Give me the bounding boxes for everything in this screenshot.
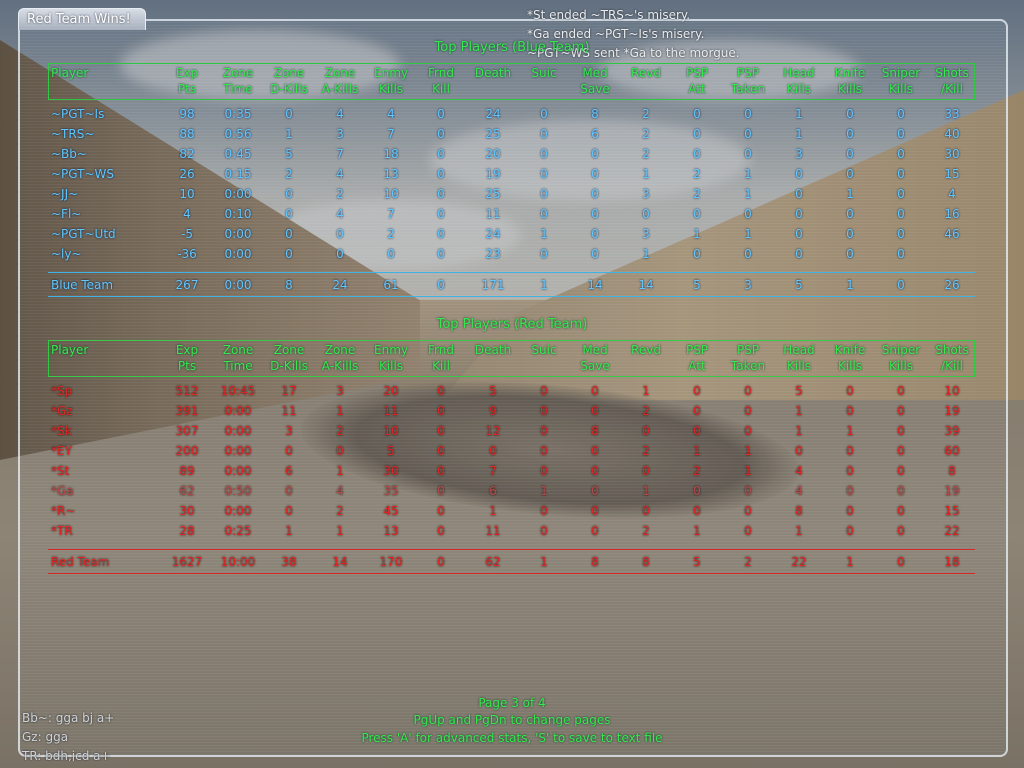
team-total-label: Blue Team — [51, 278, 114, 292]
total-friendly-kill: 0 — [437, 555, 445, 569]
column-header-line2: Save — [580, 82, 610, 96]
stat-shots-per-kill: 33 — [944, 107, 960, 121]
page-nav-hint: PgUp and PgDn to change pages — [413, 713, 611, 727]
stat-shots-per-kill: 8 — [948, 464, 956, 478]
red-team-title: Top Players (Red Team) — [436, 317, 588, 332]
column-header-friendly-kill: Frnd Kill — [411, 65, 471, 97]
column-header-line1: Player — [51, 343, 89, 357]
column-header-line2: /Kill — [941, 359, 963, 373]
stat-friendly-kill: 0 — [437, 207, 445, 221]
player-name: ~PGT~Is — [51, 107, 105, 121]
team-total-separator-top — [48, 549, 975, 550]
stat-shots-per-kill: 19 — [944, 404, 960, 418]
column-header-line2: /Kill — [941, 82, 963, 96]
player-name: ~Fl~ — [51, 207, 82, 221]
player-name: *EY — [51, 444, 72, 458]
player-name: *Sk — [51, 424, 72, 438]
team-total-separator-bottom — [48, 296, 975, 297]
player-name: ~JJ~ — [51, 187, 79, 201]
stat-shots-per-kill: 46 — [944, 227, 960, 241]
window-title-tab: Red Team Wins! — [18, 8, 146, 30]
column-header-line1: Player — [51, 66, 89, 80]
team-total-separator-top — [48, 272, 975, 273]
column-header-line2: Kill — [432, 82, 450, 96]
player-name: ~PGT~Utd — [51, 227, 116, 241]
team-total-separator-bottom — [48, 573, 975, 574]
column-header-line2: Save — [580, 359, 610, 373]
chat-line: TR: bdh,jcd a+ — [22, 749, 111, 761]
player-name: *R~ — [51, 504, 76, 518]
stat-friendly-kill: 0 — [437, 384, 445, 398]
stat-shots-per-kill: 15 — [944, 504, 960, 518]
stat-friendly-kill: 0 — [437, 484, 445, 498]
column-header-line1: Frnd — [428, 343, 454, 357]
window-title: Red Team Wins! — [27, 12, 131, 27]
stat-friendly-kill: 0 — [437, 127, 445, 141]
player-name: *TR — [51, 524, 73, 538]
stat-shots-per-kill: 39 — [944, 424, 960, 438]
column-header-shots-per-kill: Shots/Kill — [922, 65, 982, 97]
player-name: *Gz — [51, 404, 73, 418]
blue-team-title: Top Players (Blue Team) — [434, 40, 590, 55]
column-header-line2: Kill — [432, 359, 450, 373]
stat-shots-per-kill: 19 — [944, 484, 960, 498]
chat-line: Gz: gga — [22, 730, 69, 744]
stat-sniper-kills: 0 — [897, 247, 905, 261]
total-friendly-kill: 0 — [437, 278, 445, 292]
player-name: ~Bb~ — [51, 147, 87, 161]
stat-friendly-kill: 0 — [437, 504, 445, 518]
stat-shots-per-kill: 30 — [944, 147, 960, 161]
page-indicator: Page 3 of 4 — [478, 696, 546, 710]
stat-shots-per-kill: 60 — [944, 444, 960, 458]
stat-shots-per-kill: 4 — [948, 187, 956, 201]
stat-friendly-kill: 0 — [437, 167, 445, 181]
player-name: ~ly~ — [51, 247, 82, 261]
team-total-label: Red Team — [51, 555, 110, 569]
player-name: *St — [51, 464, 70, 478]
stat-friendly-kill: 0 — [437, 424, 445, 438]
stat-friendly-kill: 0 — [437, 247, 445, 261]
stat-shots-per-kill: 10 — [944, 384, 960, 398]
stat-shots-per-kill: 15 — [944, 167, 960, 181]
stat-friendly-kill: 0 — [437, 444, 445, 458]
player-name: ~TRS~ — [51, 127, 95, 141]
stat-friendly-kill: 0 — [437, 524, 445, 538]
total-shots-per-kill: 18 — [944, 555, 960, 569]
total-shots-per-kill: 26 — [944, 278, 960, 292]
stat-friendly-kill: 0 — [437, 464, 445, 478]
column-header-player: Player — [51, 342, 88, 358]
stat-shots-per-kill: 40 — [944, 127, 960, 141]
column-header-line1: Shots — [935, 66, 969, 80]
stat-shots-per-kill: 22 — [944, 524, 960, 538]
stat-shots-per-kill: 16 — [944, 207, 960, 221]
stat-friendly-kill: 0 — [437, 404, 445, 418]
chat-line: Bb~: gga bj a+ — [22, 711, 115, 725]
stat-friendly-kill: 0 — [437, 187, 445, 201]
advanced-stats-hint: Press 'A' for advanced stats, 'S' to sav… — [361, 731, 663, 745]
player-name: ~PGT~WS — [51, 167, 115, 181]
player-name: *Sp — [51, 384, 73, 398]
column-header-player: Player — [51, 65, 88, 81]
stat-friendly-kill: 0 — [437, 107, 445, 121]
column-header-line1: Shots — [935, 343, 969, 357]
column-header-friendly-kill: Frnd Kill — [411, 342, 471, 374]
player-name: *Ga — [51, 484, 74, 498]
column-header-shots-per-kill: Shots/Kill — [922, 342, 982, 374]
stat-friendly-kill: 0 — [437, 147, 445, 161]
column-header-line1: Frnd — [428, 66, 454, 80]
stat-friendly-kill: 0 — [437, 227, 445, 241]
kill-feed-line: *St ended ~TRS~'s misery. — [527, 8, 691, 22]
